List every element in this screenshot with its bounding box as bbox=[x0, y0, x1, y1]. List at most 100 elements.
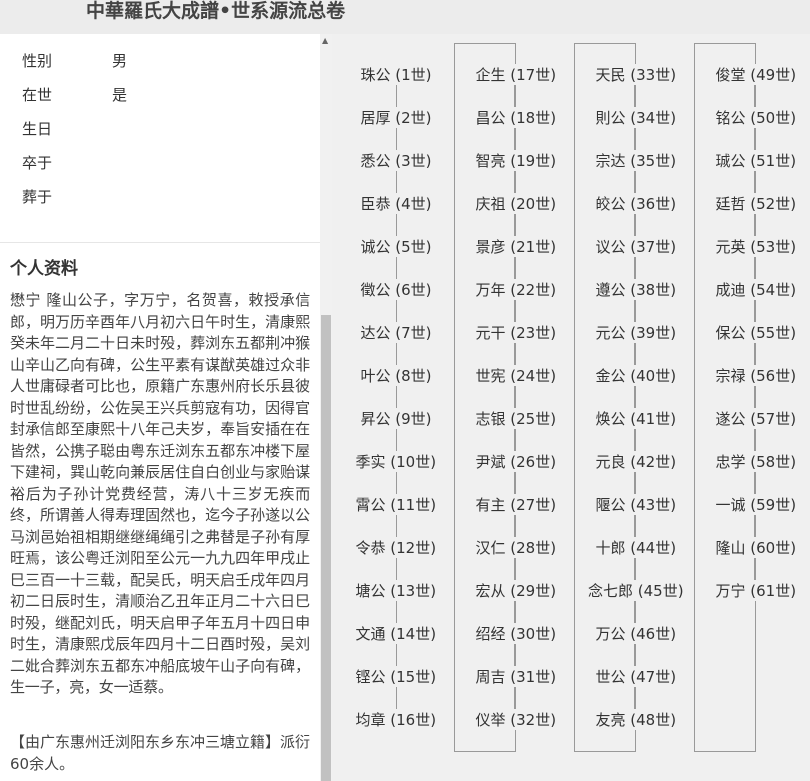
lineage-node[interactable]: 文通 (14世) bbox=[353, 623, 439, 644]
lineage-node-name: 万年 bbox=[475, 281, 506, 299]
lineage-node-generation: (18世) bbox=[505, 109, 557, 127]
lineage-node[interactable]: 智亮 (19世) bbox=[473, 150, 559, 171]
lineage-node[interactable]: 元良 (42世) bbox=[593, 451, 679, 472]
lineage-node[interactable]: 忠学 (58世) bbox=[713, 451, 799, 472]
lineage-node[interactable]: 隆山 (60世) bbox=[713, 537, 799, 558]
lineage-node-generation: (6世) bbox=[390, 281, 432, 299]
lineage-node[interactable]: 霄公 (11世) bbox=[353, 494, 439, 515]
lineage-node-generation: (22世) bbox=[505, 281, 557, 299]
lineage-node-name: 遂公 bbox=[715, 410, 746, 428]
lineage-node-name: 居厚 bbox=[360, 109, 391, 127]
lineage-node[interactable]: 令恭 (12世) bbox=[353, 537, 439, 558]
lineage-node[interactable]: 十郎 (44世) bbox=[593, 537, 679, 558]
lineage-node[interactable]: 金公 (40世) bbox=[593, 365, 679, 386]
lineage-node-generation: (53世) bbox=[745, 238, 797, 256]
lineage-node-name: 世公 bbox=[595, 668, 626, 686]
lineage-node-generation: (34世) bbox=[625, 109, 677, 127]
lineage-node-name: 成迪 bbox=[715, 281, 746, 299]
lineage-node[interactable]: 尹斌 (26世) bbox=[473, 451, 559, 472]
lineage-node[interactable]: 昌公 (18世) bbox=[473, 107, 559, 128]
lineage-node[interactable]: 万年 (22世) bbox=[473, 279, 559, 300]
lineage-node-generation: (23世) bbox=[505, 324, 557, 342]
title-bar: 中華羅氏大成譜•世系源流总卷 bbox=[0, 0, 810, 34]
lineage-node-name: 达公 bbox=[360, 324, 391, 342]
lineage-node-generation: (42世) bbox=[625, 453, 677, 471]
lineage-node[interactable]: 宏从 (29世) bbox=[473, 580, 559, 601]
lineage-node[interactable]: 塘公 (13世) bbox=[353, 580, 439, 601]
lineage-node-name: 元良 bbox=[595, 453, 626, 471]
lineage-node[interactable]: 念七郎 (45世) bbox=[586, 580, 686, 601]
lineage-node-generation: (8世) bbox=[390, 367, 432, 385]
lineage-node[interactable]: 叶公 (8世) bbox=[358, 365, 434, 386]
lineage-node-generation: (14世) bbox=[385, 625, 437, 643]
lineage-node-generation: (57世) bbox=[745, 410, 797, 428]
lineage-node[interactable]: 万公 (46世) bbox=[593, 623, 679, 644]
lineage-node-generation: (32世) bbox=[505, 711, 557, 729]
lineage-node[interactable]: 焕公 (41世) bbox=[593, 408, 679, 429]
lineage-node-generation: (37世) bbox=[625, 238, 677, 256]
lineage-node[interactable]: 宗达 (35世) bbox=[593, 150, 679, 171]
lineage-node[interactable]: 保公 (55世) bbox=[713, 322, 799, 343]
lineage-node-generation: (61世) bbox=[745, 582, 797, 600]
lineage-node[interactable]: 俊堂 (49世) bbox=[713, 64, 799, 85]
lineage-node[interactable]: 遵公 (38世) bbox=[593, 279, 679, 300]
lineage-node[interactable]: 元干 (23世) bbox=[473, 322, 559, 343]
lineage-node[interactable]: 万宁 (61世) bbox=[713, 580, 799, 601]
lineage-node[interactable]: 季实 (10世) bbox=[353, 451, 439, 472]
lineage-node[interactable]: 悉公 (3世) bbox=[358, 150, 434, 171]
lineage-node-generation: (59世) bbox=[745, 496, 797, 514]
lineage-node[interactable]: 仪举 (32世) bbox=[473, 709, 559, 730]
scrollbar-thumb[interactable] bbox=[321, 315, 331, 781]
lineage-node[interactable]: 诚公 (5世) bbox=[358, 236, 434, 257]
lineage-node-name: 周吉 bbox=[475, 668, 506, 686]
lineage-node-generation: (47世) bbox=[625, 668, 677, 686]
lineage-node[interactable]: 徵公 (6世) bbox=[358, 279, 434, 300]
lineage-node[interactable]: 世公 (47世) bbox=[593, 666, 679, 687]
lineage-node[interactable]: 成迪 (54世) bbox=[713, 279, 799, 300]
lineage-node[interactable]: 元公 (39世) bbox=[593, 322, 679, 343]
lineage-node[interactable]: 廷哲 (52世) bbox=[713, 193, 799, 214]
lineage-node[interactable]: 绍经 (30世) bbox=[473, 623, 559, 644]
lineage-node[interactable]: 臣恭 (4世) bbox=[358, 193, 434, 214]
lineage-node-name: 元干 bbox=[475, 324, 506, 342]
lineage-node[interactable]: 天民 (33世) bbox=[593, 64, 679, 85]
scroll-up-arrow-icon[interactable]: ▲ bbox=[322, 36, 328, 45]
lineage-node[interactable]: 珹公 (51世) bbox=[713, 150, 799, 171]
lineage-node-name: 忠学 bbox=[715, 453, 746, 471]
lineage-node-generation: (25世) bbox=[505, 410, 557, 428]
lineage-node-name: 廷哲 bbox=[715, 195, 746, 213]
lineage-node[interactable]: 居厚 (2世) bbox=[358, 107, 434, 128]
lineage-node[interactable]: 珠公 (1世) bbox=[358, 64, 434, 85]
lineage-node-generation: (5世) bbox=[390, 238, 432, 256]
lineage-node[interactable]: 隁公 (43世) bbox=[593, 494, 679, 515]
lineage-node-name: 一诚 bbox=[715, 496, 746, 514]
page-title: 中華羅氏大成譜•世系源流总卷 bbox=[86, 0, 346, 22]
lineage-node[interactable]: 友亮 (48世) bbox=[593, 709, 679, 730]
lineage-node[interactable]: 昇公 (9世) bbox=[358, 408, 434, 429]
lineage-node-name: 元英 bbox=[715, 238, 746, 256]
lineage-node[interactable]: 庆祖 (20世) bbox=[473, 193, 559, 214]
lineage-node-generation: (58世) bbox=[745, 453, 797, 471]
lineage-node[interactable]: 铿公 (15世) bbox=[353, 666, 439, 687]
lineage-node[interactable]: 均章 (16世) bbox=[353, 709, 439, 730]
lineage-node[interactable]: 皎公 (36世) bbox=[593, 193, 679, 214]
lineage-node[interactable]: 則公 (34世) bbox=[593, 107, 679, 128]
lineage-node[interactable]: 议公 (37世) bbox=[593, 236, 679, 257]
lineage-node[interactable]: 志银 (25世) bbox=[473, 408, 559, 429]
lineage-node[interactable]: 遂公 (57世) bbox=[713, 408, 799, 429]
lineage-node[interactable]: 达公 (7世) bbox=[358, 322, 434, 343]
death-label: 卒于 bbox=[22, 154, 53, 172]
lineage-node[interactable]: 宗禄 (56世) bbox=[713, 365, 799, 386]
lineage-node-name: 昇公 bbox=[360, 410, 391, 428]
lineage-node[interactable]: 铭公 (50世) bbox=[713, 107, 799, 128]
lineage-node[interactable]: 世宪 (24世) bbox=[473, 365, 559, 386]
lineage-node[interactable]: 一诚 (59世) bbox=[713, 494, 799, 515]
lineage-node[interactable]: 景彦 (21世) bbox=[473, 236, 559, 257]
lineage-node[interactable]: 企生 (17世) bbox=[473, 64, 559, 85]
lineage-node-name: 臣恭 bbox=[360, 195, 391, 213]
lineage-node-generation: (29世) bbox=[505, 582, 557, 600]
lineage-node[interactable]: 汉仁 (28世) bbox=[473, 537, 559, 558]
lineage-node[interactable]: 周吉 (31世) bbox=[473, 666, 559, 687]
lineage-node[interactable]: 有主 (27世) bbox=[473, 494, 559, 515]
lineage-node[interactable]: 元英 (53世) bbox=[713, 236, 799, 257]
